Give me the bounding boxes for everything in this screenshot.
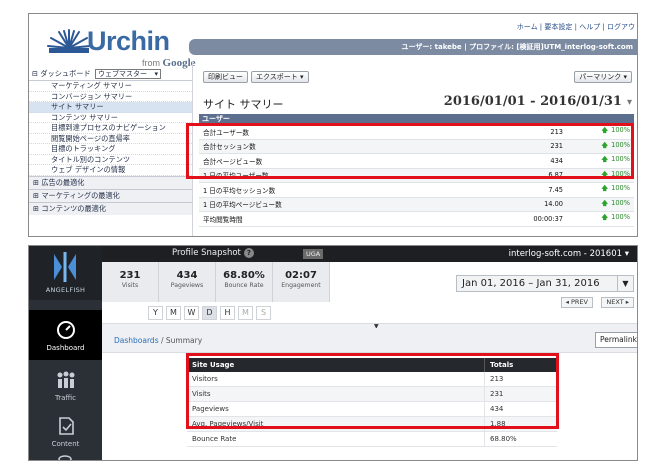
table-row: 1 日の平均セッション数 7.45 🡅 100% [199, 183, 634, 198]
urchin-panel: Urchin from Google ホーム | 要本設定 | ヘルプ | ログ… [28, 13, 638, 237]
table-row: 平均閲覧時間 00:00:37 🡅 100% [199, 212, 634, 227]
sidebar-section-ads[interactable]: ⊞ 広告の最適化 [29, 175, 192, 189]
print-view-button[interactable]: 印刷ビュー [203, 71, 248, 83]
urchin-sidebar: ⊟ ダッシュボード ウェブマスター ▾ マーケティング サマリー コンバージョン … [29, 67, 192, 236]
angelfish-panel: ANGELFISH Dashboard Traffic Content Prof… [28, 245, 638, 461]
database-icon[interactable] [58, 455, 72, 461]
dashboard-label: ダッシュボード [40, 69, 91, 78]
table-header: ユーザー [199, 114, 634, 125]
table-row: Pageviews 434 [187, 402, 557, 417]
sidebar-item-goal-tracking[interactable]: 目標のトラッキング [29, 144, 192, 155]
sidebar-item-marketing-summary[interactable]: マーケティング サマリー [29, 81, 192, 92]
angelfish-logo[interactable]: ANGELFISH [29, 246, 102, 300]
expand-icon: ⊞ [33, 190, 40, 200]
nav-traffic[interactable]: Traffic [29, 360, 102, 410]
up-arrow-icon: 🡅 [601, 126, 609, 135]
table-row: 合計セッション数 231 🡅 100% [199, 139, 634, 154]
user-profile-bar: ユーザー: takebe | プロファイル: [検証用]UTM_interlog… [189, 39, 637, 55]
date-range[interactable]: 2016/01/01 - 2016/01/31 ▾ [444, 94, 632, 109]
table-row: 合計ユーザー数 213 🡅 100% [199, 125, 634, 140]
sidebar-item-content-by-title[interactable]: タイトル別のコンテンツ [29, 155, 192, 165]
sidebar-item-funnel-navigation[interactable]: 目標到達プロセスのナビゲーション [29, 123, 192, 134]
table-row: Avg. Pageviews/Visit 1.88 [187, 417, 557, 432]
site-selector[interactable]: interlog-soft.com - 201601 ▾ [509, 249, 629, 259]
table-row: 1 日の平均ページビュー数 14.00 🡅 100% [199, 197, 634, 212]
angelfish-logo-icon [54, 252, 76, 282]
angelfish-wordmark: ANGELFISH [45, 286, 86, 294]
period-second[interactable]: S [256, 306, 271, 320]
table-row: 合計ページビュー数 434 🡅 100% [199, 154, 634, 169]
urchin-main: 印刷ビュー エクスポート ▾ パーマリンク ▾ サイト サマリー 2016/01… [192, 61, 637, 236]
site-usage-table: Site Usage Totals Visitors 213 Visits 231 P… [187, 358, 557, 447]
table-row: Visitors 213 [187, 372, 557, 387]
urchin-spiky-logo-icon [47, 29, 91, 53]
chevron-down-icon[interactable]: ▾ [627, 97, 632, 108]
angelfish-main: Profile Snapshot? UGA interlog-soft.com … [102, 246, 637, 460]
sidebar-item-web-design[interactable]: ウェブ デザインの情報 [29, 165, 192, 176]
next-button[interactable]: NEXT ▸ [601, 297, 634, 308]
stat-visits: 231 Visits [102, 262, 159, 302]
period-day[interactable]: D [202, 306, 217, 320]
uga-badge: UGA [303, 249, 324, 259]
chevron-down-icon: ▾ [154, 70, 158, 78]
up-arrow-icon: 🡅 [601, 213, 609, 222]
comparison-screenshot: Urchin from Google ホーム | 要本設定 | ヘルプ | ログ… [0, 0, 661, 467]
stat-engagement: 02:07 Engagement [273, 262, 330, 302]
up-arrow-icon: 🡅 [601, 169, 609, 178]
expand-icon: ⊞ [33, 203, 40, 213]
snapshot-stats: 231 Visits 434 Pageviews 68.80% Bounce Rate… [102, 262, 330, 302]
period-year[interactable]: Y [148, 306, 163, 320]
period-month[interactable]: M [166, 306, 181, 320]
sidebar-item-entrance-bounce[interactable]: 閲覧開始ページの直帰率 [29, 134, 192, 144]
expand-icon: ⊞ [33, 177, 40, 187]
table-row: 1 日の平均ユーザー数 6.87 🡅 100% [199, 168, 634, 183]
sidebar-item-content-summary[interactable]: コンテンツ サマリー [29, 113, 192, 123]
sidebar-item-site-summary[interactable]: サイト サマリー [29, 102, 192, 113]
date-range-picker[interactable]: Jan 01, 2016 – Jan 31, 2016 ▼ [456, 275, 634, 292]
dashboard-gauge-icon [56, 321, 75, 339]
up-arrow-icon: 🡅 [601, 140, 609, 149]
dashboard-header: ⊟ ダッシュボード ウェブマスター ▾ [29, 67, 192, 81]
period-week[interactable]: W [184, 306, 199, 320]
table-row: Bounce Rate 68.80% [187, 432, 557, 447]
up-arrow-icon: 🡅 [601, 155, 609, 164]
breadcrumb-bar: Dashboards / Summary Permalink [102, 328, 637, 353]
permalink-button[interactable]: パーマリンク ▾ [574, 71, 632, 83]
content-icon [58, 417, 74, 435]
urchin-logo[interactable]: Urchin from Google [47, 24, 197, 70]
table-header-row: Site Usage Totals [187, 358, 557, 372]
export-button[interactable]: エクスポート ▾ [251, 71, 309, 83]
sidebar-item-conversion-summary[interactable]: コンバージョン サマリー [29, 92, 192, 102]
breadcrumb-dashboards-link[interactable]: Dashboards [114, 336, 159, 345]
profile-top-bar: Profile Snapshot? UGA interlog-soft.com … [102, 246, 637, 262]
top-nav-links[interactable]: ホーム | 要本設定 | ヘルプ | ログアウ [517, 22, 635, 32]
permalink-button[interactable]: Permalink [595, 332, 637, 348]
period-hour[interactable]: H [220, 306, 235, 320]
page-title: サイト サマリー [203, 98, 284, 111]
period-selector: Y M W D H M S [148, 306, 274, 320]
urchin-wordmark: Urchin [87, 26, 170, 56]
stat-bounce-rate: 68.80% Bounce Rate [216, 262, 273, 302]
nav-dashboard[interactable]: Dashboard [29, 310, 102, 360]
up-arrow-icon: 🡅 [601, 198, 609, 207]
site-summary-table: 合計ユーザー数 213 🡅 100% 合計セッション数 231 🡅 100% 合計ページビュ… [199, 125, 634, 227]
dashboard-select[interactable]: ウェブマスター ▾ [94, 69, 161, 79]
collapse-icon[interactable]: ⊟ [32, 69, 38, 78]
period-minute[interactable]: M [238, 306, 253, 320]
chevron-down-icon[interactable]: ▼ [617, 276, 633, 291]
help-icon[interactable]: ? [243, 248, 254, 258]
stat-pageviews: 434 Pageviews [159, 262, 216, 302]
up-arrow-icon: 🡅 [601, 184, 609, 193]
profile-snapshot-title: Profile Snapshot? [172, 248, 254, 258]
people-icon [57, 371, 74, 388]
breadcrumb: Dashboards / Summary [114, 336, 203, 345]
prev-button[interactable]: ◂ PREV [560, 297, 593, 308]
angelfish-sidebar: ANGELFISH Dashboard Traffic Content [29, 246, 102, 460]
table-row: Visits 231 [187, 387, 557, 402]
sidebar-section-content[interactable]: ⊞ コンテンツの最適化 [29, 201, 192, 215]
nav-content[interactable]: Content [29, 406, 102, 456]
sidebar-section-marketing[interactable]: ⊞ マーケティングの最適化 [29, 188, 192, 202]
